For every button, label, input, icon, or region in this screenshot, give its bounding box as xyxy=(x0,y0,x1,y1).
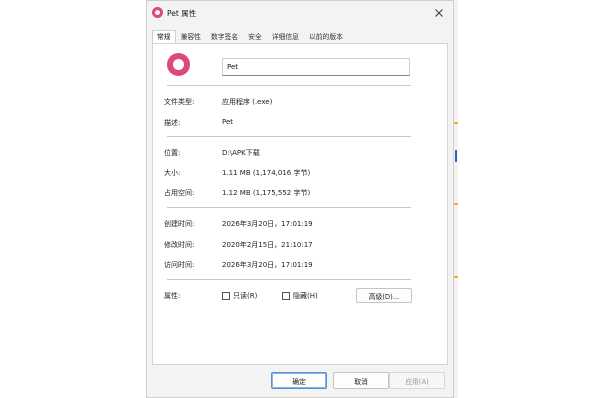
readonly-checkbox[interactable]: 只读(R) xyxy=(222,291,257,301)
divider xyxy=(167,279,411,280)
tab-details[interactable]: 详细信息 xyxy=(267,30,304,43)
tab-digital-signatures[interactable]: 数字签名 xyxy=(206,30,243,43)
general-tab-panel: 文件类型: 应用程序 (.exe) 描述: Pet 位置: D:\APK下载 大… xyxy=(152,43,448,365)
file-type-value: 应用程序 (.exe) xyxy=(222,98,273,106)
file-icon xyxy=(167,53,190,76)
tab-general[interactable]: 常规 xyxy=(152,30,176,44)
divider xyxy=(167,85,411,86)
size-label: 大小: xyxy=(164,169,181,177)
hidden-label: 隐藏(H) xyxy=(293,292,318,300)
location-label: 位置: xyxy=(164,149,181,157)
modified-value: 2020年2月15日，21:10:17 xyxy=(222,241,313,249)
ok-button[interactable]: 确定 xyxy=(271,372,327,389)
advanced-button[interactable]: 高级(D)... xyxy=(356,288,412,303)
properties-dialog: Pet 属性 常规 兼容性 数字签名 安全 详细信息 以前的版本 文件类型: 应… xyxy=(146,0,454,398)
cancel-button[interactable]: 取消 xyxy=(333,372,389,389)
tab-previous-versions[interactable]: 以前的版本 xyxy=(304,30,348,43)
apply-button[interactable]: 应用(A) xyxy=(389,372,445,389)
tab-strip: 常规 兼容性 数字签名 安全 详细信息 以前的版本 xyxy=(152,30,348,44)
checkbox-box[interactable] xyxy=(282,292,290,300)
modified-label: 修改时间: xyxy=(164,241,195,249)
divider xyxy=(167,207,411,208)
created-label: 创建时间: xyxy=(164,220,195,228)
dialog-title: Pet 属性 xyxy=(167,9,197,18)
tab-compatibility[interactable]: 兼容性 xyxy=(176,30,206,43)
tab-security[interactable]: 安全 xyxy=(243,30,267,43)
size-value: 1.11 MB (1,174,016 字节) xyxy=(222,169,311,177)
readonly-label: 只读(R) xyxy=(233,292,258,300)
description-label: 描述: xyxy=(164,119,181,127)
created-value: 2026年3月20日，17:01:19 xyxy=(222,220,313,228)
attributes-label: 属性: xyxy=(164,292,181,300)
disk-size-value: 1.12 MB (1,175,552 字节) xyxy=(222,189,311,197)
disk-size-label: 占用空间: xyxy=(164,189,195,197)
accessed-label: 访问时间: xyxy=(164,261,195,269)
location-value: D:\APK下载 xyxy=(222,149,260,157)
checkbox-box[interactable] xyxy=(222,292,230,300)
hidden-checkbox[interactable]: 隐藏(H) xyxy=(282,291,318,301)
accessed-value: 2026年3月20日，17:01:19 xyxy=(222,261,313,269)
close-icon[interactable] xyxy=(431,5,447,21)
background-accent-mark xyxy=(455,150,457,162)
description-value: Pet xyxy=(222,118,234,126)
file-name-input[interactable] xyxy=(222,58,410,76)
app-icon xyxy=(152,7,163,18)
title-bar[interactable]: Pet 属性 xyxy=(147,1,453,25)
divider xyxy=(167,136,411,137)
file-type-label: 文件类型: xyxy=(164,98,195,106)
